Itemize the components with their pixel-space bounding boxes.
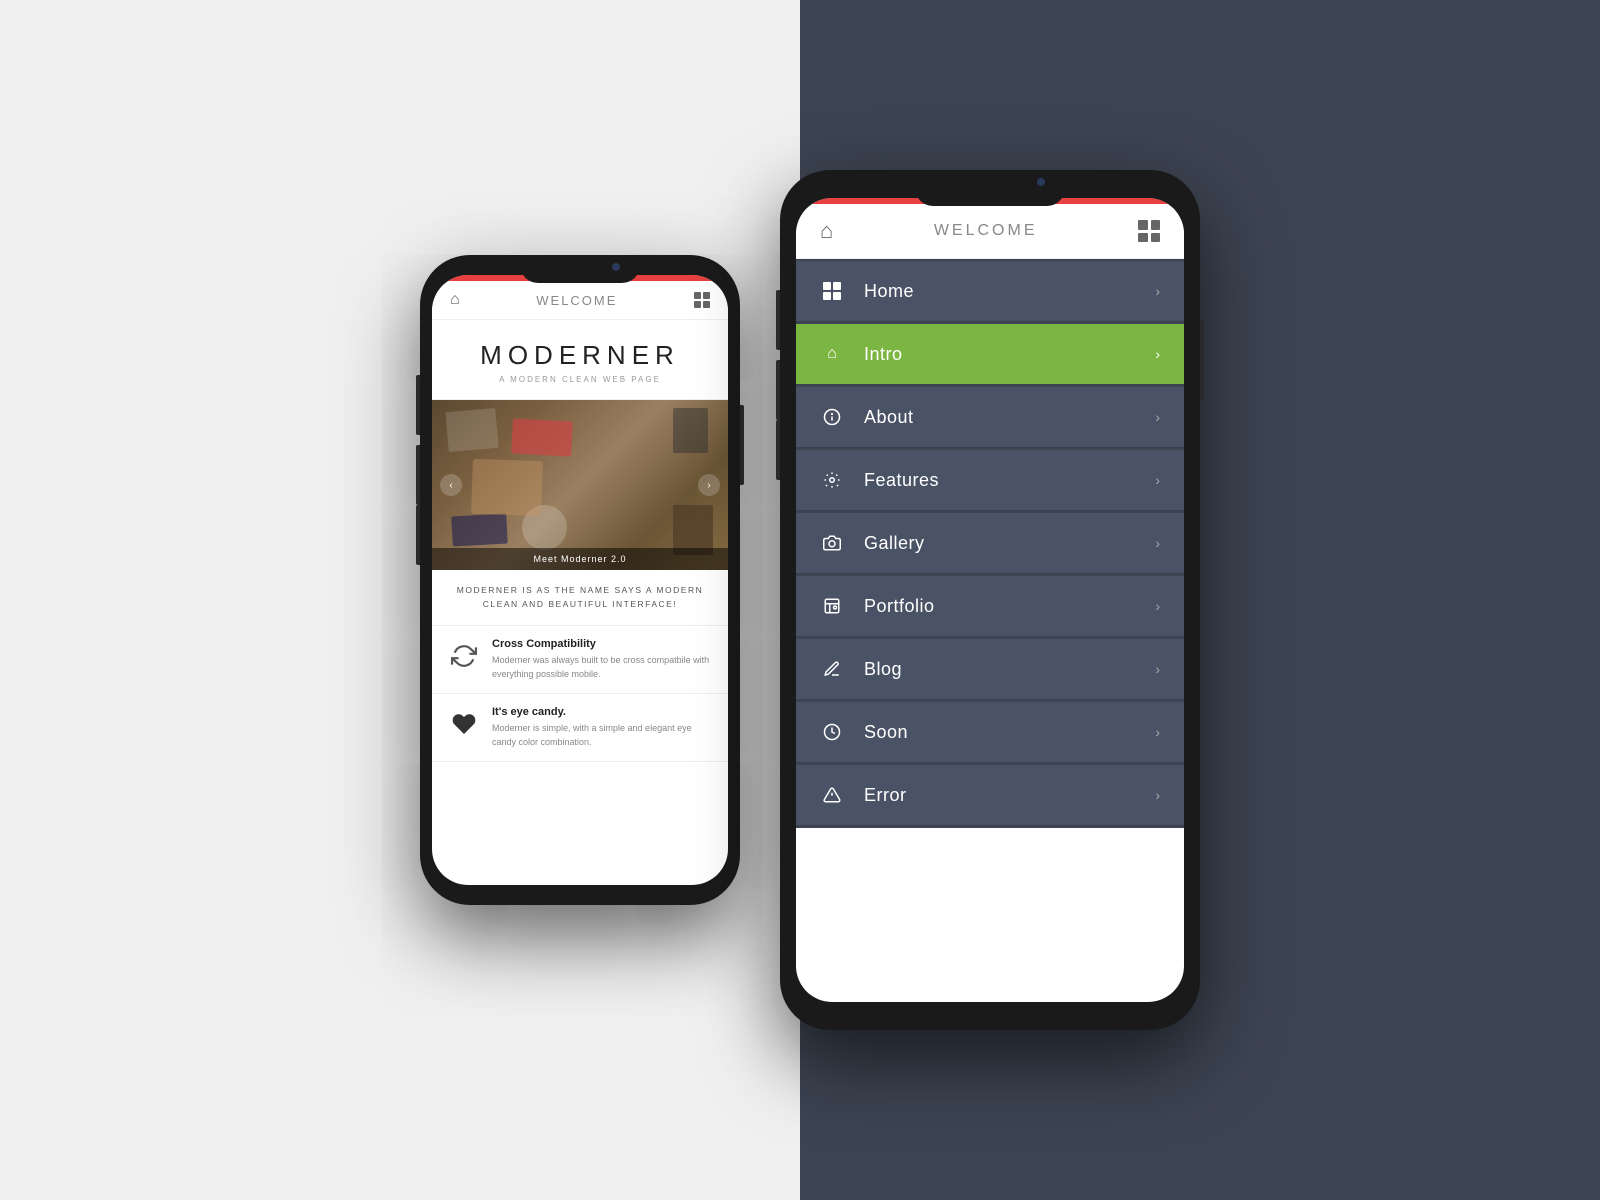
carousel: ‹ › Meet Moderner 2.0 xyxy=(432,400,728,570)
nav-label-blog: Blog xyxy=(864,659,902,680)
nav-chevron-blog: › xyxy=(1155,661,1160,677)
header-left: ⌂ WELCOME xyxy=(432,281,728,320)
nav-chevron-home: › xyxy=(1155,283,1160,299)
nav-icon-gallery xyxy=(820,531,844,555)
carousel-image xyxy=(432,400,728,570)
nav-item-home[interactable]: Home › xyxy=(796,261,1184,322)
feature-cross-compat-text: Cross Compatibility Moderner was always … xyxy=(492,638,712,681)
nav-icon-home xyxy=(820,279,844,303)
nav-chevron-soon: › xyxy=(1155,724,1160,740)
feature-body-1: Moderner was always built to be cross co… xyxy=(492,654,712,681)
nav-chevron-about: › xyxy=(1155,409,1160,425)
feature-body-2: Moderner is simple, with a simple and el… xyxy=(492,722,712,749)
header-title-left: WELCOME xyxy=(536,293,617,308)
heart-icon xyxy=(448,708,480,740)
nav-item-features[interactable]: Features › xyxy=(796,450,1184,511)
feature-eye-candy: It's eye candy. Moderner is simple, with… xyxy=(432,694,728,762)
carousel-overlay: Meet Moderner 2.0 xyxy=(432,548,728,570)
nav-label-error: Error xyxy=(864,785,907,806)
nav-label-portfolio: Portfolio xyxy=(864,596,935,617)
brand-name: MODERNER xyxy=(442,340,718,371)
nav-icon-blog xyxy=(820,657,844,681)
header-right: ⌂ WELCOME xyxy=(796,204,1184,259)
nav-item-error[interactable]: Error › xyxy=(796,765,1184,826)
brand-section: MODERNER A MODERN CLEAN WEB PAGE xyxy=(432,320,728,400)
nav-label-gallery: Gallery xyxy=(864,533,925,554)
nav-item-intro[interactable]: ⌂ Intro › xyxy=(796,324,1184,385)
nav-label-intro: Intro xyxy=(864,344,903,365)
nav-icon-error xyxy=(820,783,844,807)
nav-icon-soon xyxy=(820,720,844,744)
grid-icon-left[interactable] xyxy=(694,292,710,308)
screen-right: ⌂ WELCOME xyxy=(796,198,1184,1002)
description-text: MODERNER IS AS THE NAME SAYS A MODERN CL… xyxy=(448,584,712,611)
nav-label-soon: Soon xyxy=(864,722,908,743)
carousel-prev-button[interactable]: ‹ xyxy=(440,474,462,496)
carousel-next-button[interactable]: › xyxy=(698,474,720,496)
nav-item-gallery[interactable]: Gallery › xyxy=(796,513,1184,574)
nav-icon-about xyxy=(820,405,844,429)
nav-label-about: About xyxy=(864,407,914,428)
header-title-right: WELCOME xyxy=(934,222,1038,240)
phone-right: ⌂ WELCOME xyxy=(780,170,1200,1030)
home-icon-left[interactable]: ⌂ xyxy=(450,291,460,309)
nav-label-features: Features xyxy=(864,470,939,491)
description-section: MODERNER IS AS THE NAME SAYS A MODERN CL… xyxy=(432,570,728,626)
feature-eye-candy-text: It's eye candy. Moderner is simple, with… xyxy=(492,706,712,749)
home-icon-right[interactable]: ⌂ xyxy=(820,218,833,244)
screen-left: ⌂ WELCOME MODERNER A MODERN CLEAN WEB PA… xyxy=(432,275,728,885)
nav-menu: Home › ⌂ Intro › xyxy=(796,259,1184,828)
brand-tagline: A MODERN CLEAN WEB PAGE xyxy=(442,375,718,384)
nav-item-blog[interactable]: Blog › xyxy=(796,639,1184,700)
nav-label-home: Home xyxy=(864,281,914,302)
nav-chevron-portfolio: › xyxy=(1155,598,1160,614)
nav-chevron-error: › xyxy=(1155,787,1160,803)
nav-icon-features xyxy=(820,468,844,492)
nav-chevron-intro: › xyxy=(1155,346,1160,362)
grid-icon-right[interactable] xyxy=(1138,220,1160,242)
nav-icon-portfolio xyxy=(820,594,844,618)
nav-chevron-features: › xyxy=(1155,472,1160,488)
nav-icon-intro: ⌂ xyxy=(820,342,844,366)
notch-left xyxy=(520,255,640,283)
nav-item-soon[interactable]: Soon › xyxy=(796,702,1184,763)
nav-chevron-gallery: › xyxy=(1155,535,1160,551)
feature-cross-compat: Cross Compatibility Moderner was always … xyxy=(432,626,728,694)
nav-item-about[interactable]: About › xyxy=(796,387,1184,448)
feature-title-2: It's eye candy. xyxy=(492,706,712,718)
carousel-caption: Meet Moderner 2.0 xyxy=(442,554,718,564)
sync-icon xyxy=(448,640,480,672)
scene: ⌂ WELCOME MODERNER A MODERN CLEAN WEB PA… xyxy=(0,0,1600,1200)
notch-right xyxy=(915,170,1065,206)
nav-item-portfolio[interactable]: Portfolio › xyxy=(796,576,1184,637)
feature-title-1: Cross Compatibility xyxy=(492,638,712,650)
phone-left: ⌂ WELCOME MODERNER A MODERN CLEAN WEB PA… xyxy=(420,255,740,905)
